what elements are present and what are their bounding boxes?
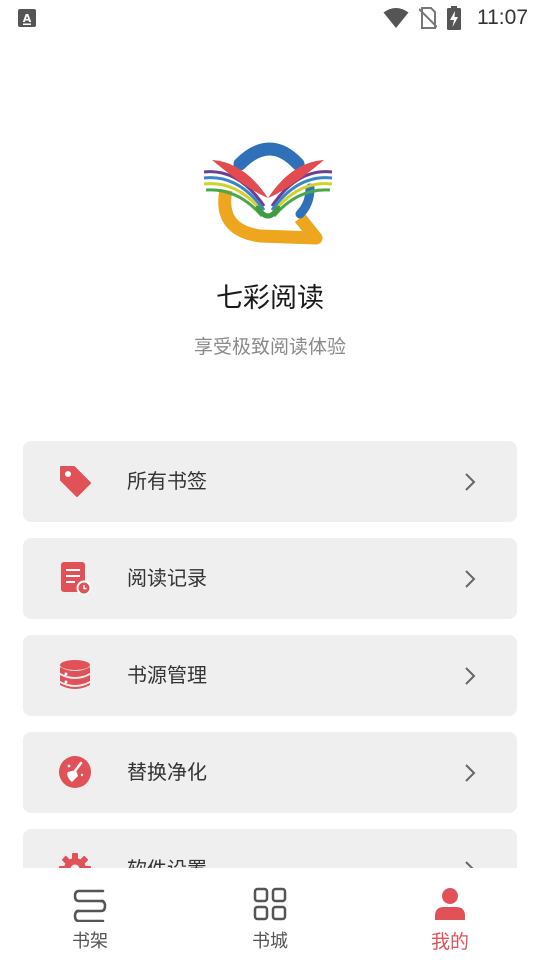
grid-icon <box>253 887 287 921</box>
app-subtitle: 享受极致阅读体验 <box>193 336 346 358</box>
bottom-navigation: 书架 书城 我的 <box>0 868 540 960</box>
nav-label: 我的 <box>430 931 469 953</box>
settings-menu: 所有书签 阅读记录 书源管理 替换净化 <box>23 441 517 868</box>
nav-label: 书架 <box>72 931 108 952</box>
qicai-book-logo <box>203 142 333 245</box>
menu-item-reading-history[interactable]: 阅读记录 <box>23 538 517 619</box>
status-time: 11:07 <box>477 6 528 29</box>
svg-text:A: A <box>23 12 32 25</box>
gear-icon <box>57 851 93 868</box>
app-title: 七彩阅读 <box>216 283 324 314</box>
menu-item-label: 阅读记录 <box>127 566 207 590</box>
tag-icon <box>57 463 93 499</box>
user-icon <box>435 888 465 920</box>
battery-charging-icon <box>447 6 461 30</box>
nav-item-mine[interactable]: 我的 <box>360 868 540 960</box>
keyboard-a-icon: A <box>18 9 36 27</box>
menu-item-label: 替换净化 <box>127 760 207 784</box>
chevron-right-icon <box>465 667 476 685</box>
reading-history-icon <box>57 560 93 596</box>
bookshelf-icon <box>73 889 107 922</box>
nav-item-bookstore[interactable]: 书城 <box>180 868 360 960</box>
chevron-right-icon <box>465 764 476 782</box>
chevron-right-icon <box>465 861 474 868</box>
status-bar: A 11:07 <box>0 0 540 36</box>
menu-item-label: 软件设置 <box>127 829 207 868</box>
nav-label: 书城 <box>252 931 288 952</box>
menu-item-label: 书源管理 <box>127 663 207 687</box>
menu-item-bookmarks[interactable]: 所有书签 <box>23 441 517 522</box>
chevron-right-icon <box>465 473 476 491</box>
broom-icon <box>57 754 93 790</box>
menu-item-label: 所有书签 <box>127 469 207 493</box>
menu-item-book-sources[interactable]: 书源管理 <box>23 635 517 716</box>
no-sim-icon <box>419 7 437 29</box>
chevron-right-icon <box>465 570 476 588</box>
wifi-icon <box>383 8 409 28</box>
nav-item-bookshelf[interactable]: 书架 <box>0 868 180 960</box>
menu-item-replace-purify[interactable]: 替换净化 <box>23 732 517 813</box>
database-icon <box>57 657 93 693</box>
menu-item-app-settings[interactable]: 软件设置 <box>23 829 517 868</box>
